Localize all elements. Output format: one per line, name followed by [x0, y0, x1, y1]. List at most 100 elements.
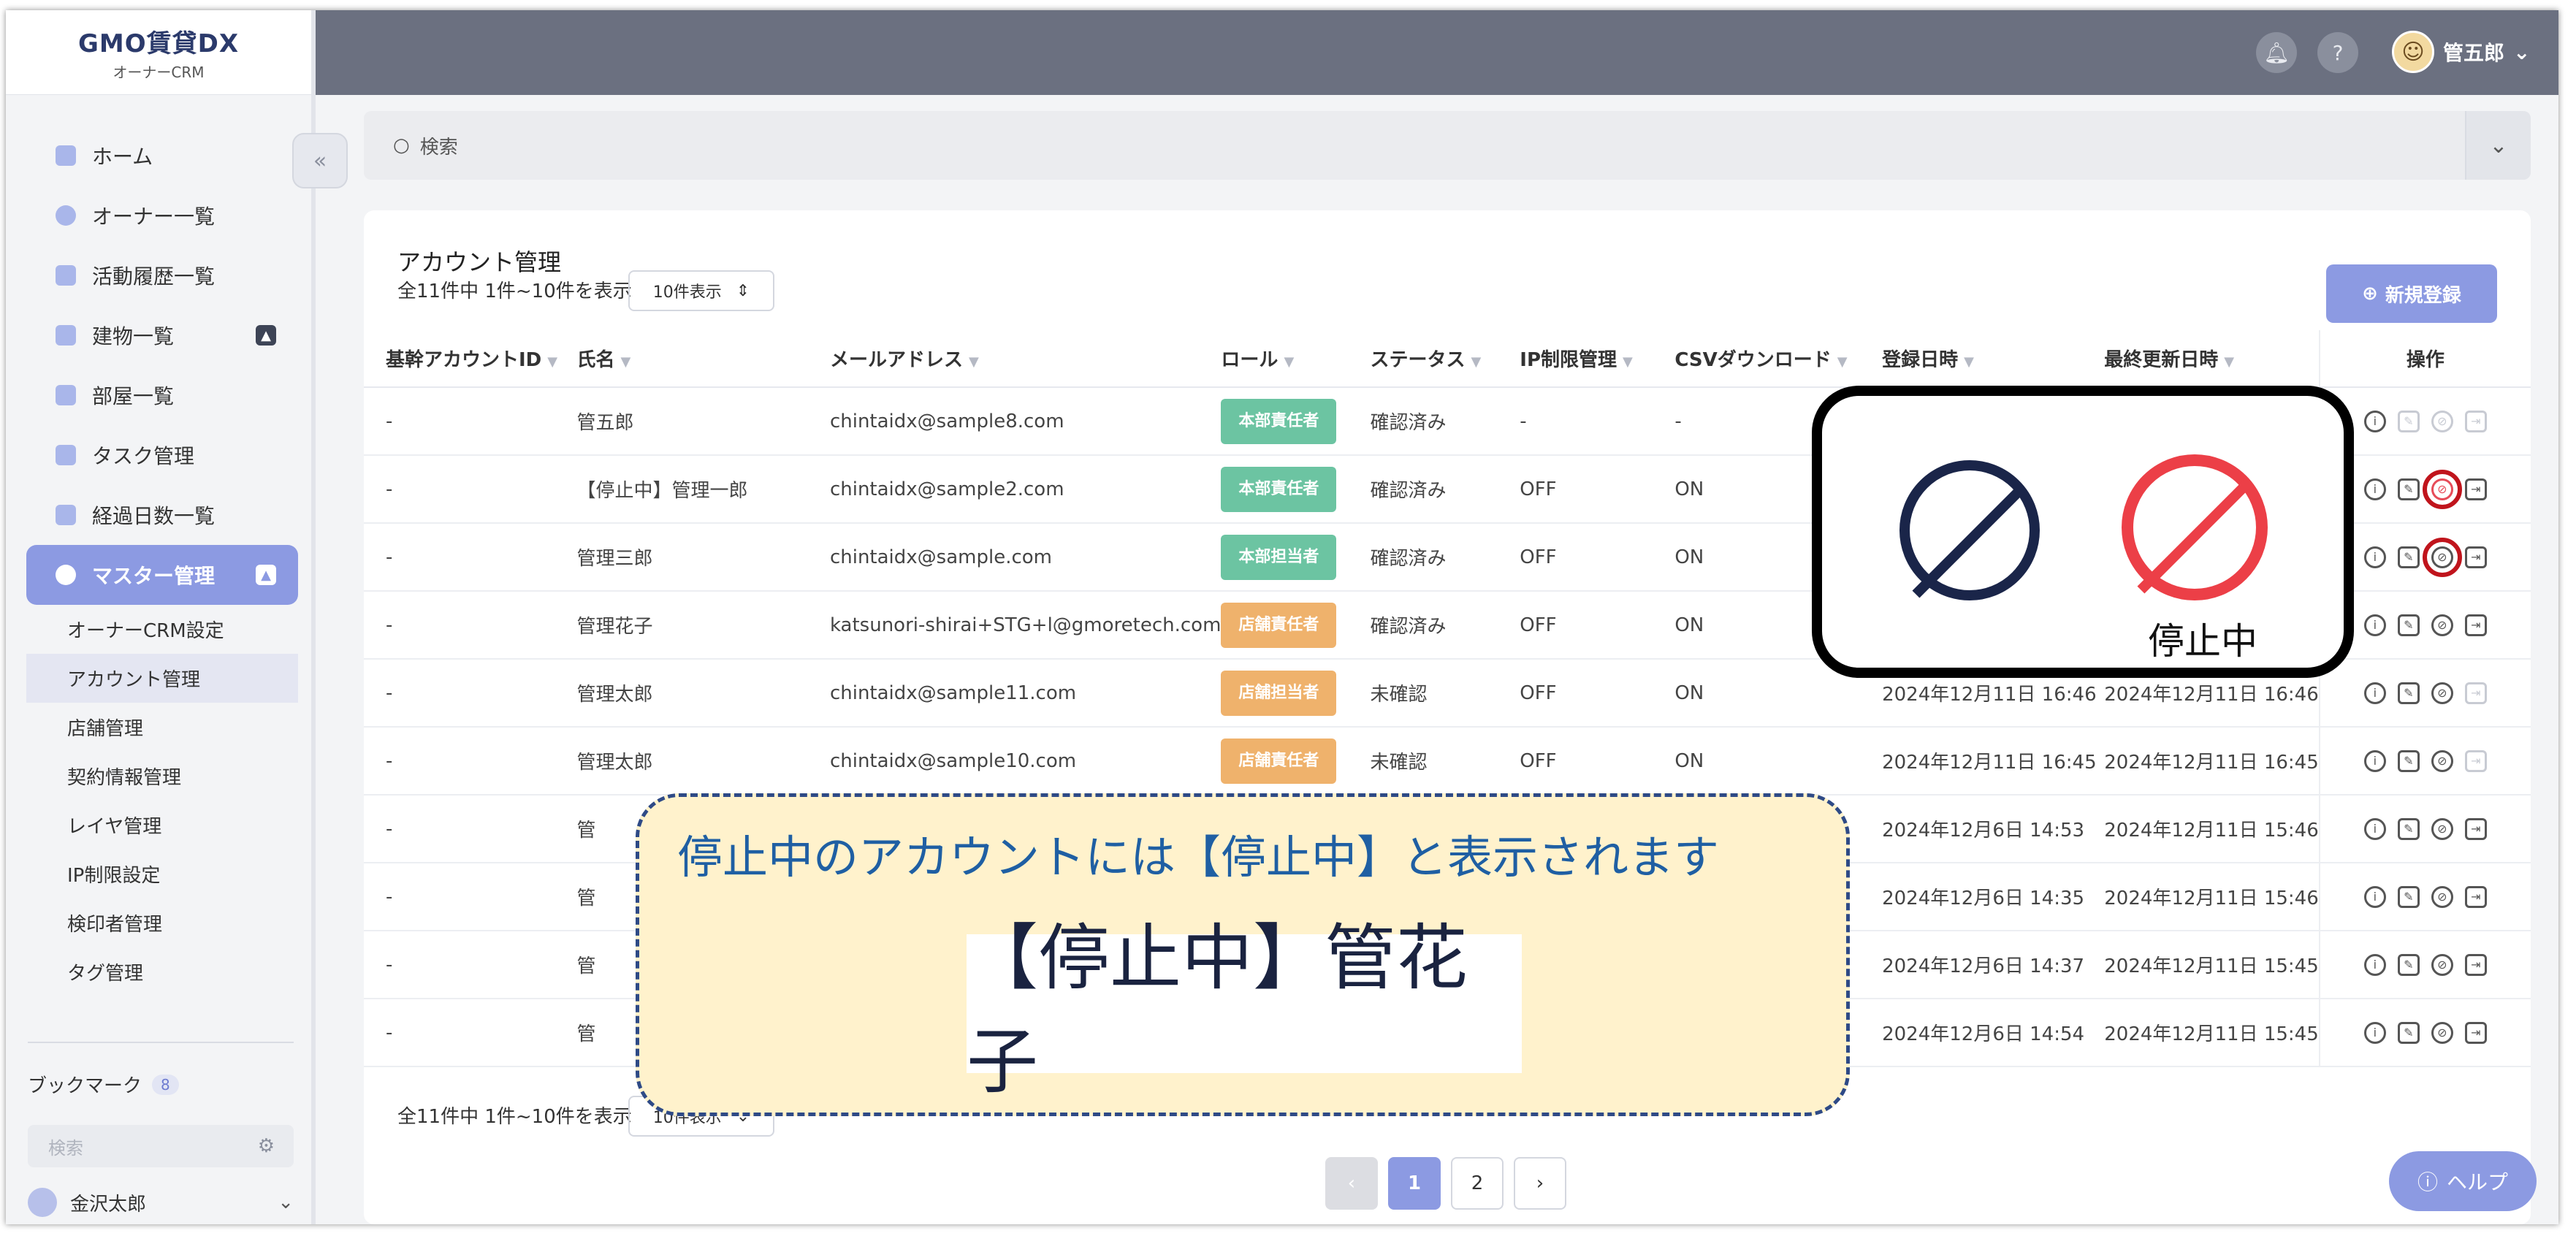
help-circle-icon[interactable]: ? — [2317, 32, 2358, 73]
stop-icon-suspended — [2122, 454, 2268, 600]
next-page-button[interactable]: › — [1514, 1157, 1566, 1210]
sidebar-user[interactable]: 金沢太郎 ⌄ — [28, 1188, 294, 1217]
new-register-button[interactable]: ⊕ 新規登録 — [2326, 264, 2497, 323]
edit-icon[interactable]: ✎ — [2397, 817, 2420, 840]
bell-icon[interactable]: 🔔︎ — [2256, 32, 2297, 73]
info-icon[interactable]: i — [2363, 478, 2386, 500]
search-input[interactable]: ○ 検索 ⌄ — [364, 111, 2531, 180]
page-button[interactable]: 2 — [1451, 1157, 1504, 1210]
sidebar-item-activity[interactable]: 活動履歴一覧 — [26, 245, 298, 305]
role-badge: 店舗担当者 — [1221, 670, 1337, 716]
login-icon[interactable]: ⇥ — [2464, 614, 2487, 636]
sidebar-item-tasks[interactable]: タスク管理 — [26, 425, 298, 485]
info-icon[interactable]: i — [2363, 885, 2386, 908]
edit-icon[interactable]: ✎ — [2397, 749, 2420, 772]
per-page-select[interactable]: 10件表示 ⇕ — [628, 270, 774, 311]
column-header[interactable]: 基幹アカウントID ▼ — [364, 330, 577, 388]
login-icon[interactable]: ⇥ — [2464, 749, 2487, 772]
edit-icon[interactable]: ✎ — [2397, 1021, 2420, 1044]
bookmark-search-input[interactable]: 検索 ⚙ — [28, 1125, 294, 1167]
chevron-down-icon[interactable]: ⌄ — [2465, 111, 2531, 180]
cell-updated: 2024年12月11日 16:45 — [2104, 727, 2320, 795]
stop-icon[interactable]: ⊘ — [2431, 682, 2453, 704]
column-header[interactable]: メールアドレス ▼ — [829, 330, 1222, 388]
help-button[interactable]: ⓘ ヘルプ — [2389, 1151, 2537, 1211]
sidebar-subitem-account[interactable]: アカウント管理 — [26, 654, 298, 703]
edit-icon[interactable]: ✎ — [2397, 546, 2420, 568]
info-icon[interactable]: i — [2363, 817, 2386, 840]
login-icon[interactable]: ⇥ — [2464, 410, 2487, 432]
column-header[interactable]: ロール ▼ — [1221, 330, 1371, 388]
sidebar-subitem-tag[interactable]: タグ管理 — [26, 947, 298, 996]
sidebar-item-elapsed[interactable]: 経過日数一覧 — [26, 485, 298, 545]
edit-icon[interactable]: ✎ — [2397, 682, 2420, 704]
stop-icon[interactable]: ⊘ — [2422, 537, 2462, 577]
chevron-up-icon[interactable]: ▲ — [256, 565, 276, 585]
edit-icon[interactable]: ✎ — [2397, 614, 2420, 636]
sidebar-item-owners[interactable]: オーナー一覧 — [26, 186, 298, 245]
logo[interactable]: GMO賃貸DX オーナーCRM — [6, 10, 311, 95]
info-icon[interactable]: i — [2363, 749, 2386, 772]
stop-icon[interactable]: ⊘ — [2431, 410, 2453, 432]
sidebar-item-buildings[interactable]: 建物一覧 ▲ — [26, 305, 298, 365]
cell-created: 2024年12月6日 14:37 — [1882, 931, 2105, 999]
new-register-label: 新規登録 — [2385, 284, 2461, 307]
login-icon[interactable]: ⇥ — [2464, 885, 2487, 908]
stop-icon[interactable]: ⊘ — [2431, 1021, 2453, 1044]
logo-main: GMO賃貸DX — [77, 28, 240, 58]
info-icon[interactable]: i — [2363, 410, 2386, 432]
login-icon[interactable]: ⇥ — [2464, 546, 2487, 568]
column-header[interactable]: 氏名 ▼ — [576, 330, 830, 388]
column-header[interactable]: ステータス ▼ — [1370, 330, 1520, 388]
check-icon — [56, 505, 76, 525]
sidebar-item-home[interactable]: ホーム — [26, 126, 298, 186]
login-icon[interactable]: ⇥ — [2464, 478, 2487, 500]
chevron-up-icon[interactable]: ▲ — [256, 325, 276, 346]
sidebar-subitem-owner-crm[interactable]: オーナーCRM設定 — [26, 605, 298, 654]
edit-icon[interactable]: ✎ — [2397, 478, 2420, 500]
cell-name: 【停止中】管理一郎 — [576, 455, 830, 524]
avatar: ☺ — [2392, 31, 2434, 73]
info-icon[interactable]: i — [2363, 953, 2386, 976]
column-header[interactable]: IP制限管理 ▼ — [1520, 330, 1675, 388]
sidebar-item-label: マスター管理 — [92, 564, 216, 588]
sidebar-subitem-store[interactable]: 店舗管理 — [26, 703, 298, 752]
sidebar-subitem-ip[interactable]: IP制限設定 — [26, 850, 298, 898]
filter-icon[interactable]: ⚙ — [258, 1135, 275, 1157]
column-header[interactable]: 登録日時 ▼ — [1882, 330, 2105, 388]
sidebar-subitem-layer[interactable]: レイヤ管理 — [26, 801, 298, 850]
collapse-sidebar-button[interactable]: « — [292, 133, 348, 188]
sidebar-subitem-inspector[interactable]: 検印者管理 — [26, 898, 298, 947]
stop-icon[interactable]: ⊘ — [2431, 817, 2453, 840]
login-icon[interactable]: ⇥ — [2464, 953, 2487, 976]
stop-icon[interactable]: ⊘ — [2431, 885, 2453, 908]
prev-page-button[interactable]: ‹ — [1325, 1157, 1378, 1210]
stop-icon[interactable]: ⊘ — [2422, 469, 2462, 509]
table-row: - 管理太郎 chintaidx@sample10.com 店舗責任者 未確認 OFF ON… — [364, 727, 2531, 795]
edit-icon[interactable]: ✎ — [2397, 885, 2420, 908]
sidebar-item-master[interactable]: マスター管理 ▲ — [26, 545, 298, 605]
info-icon[interactable]: i — [2363, 614, 2386, 636]
login-icon[interactable]: ⇥ — [2464, 1021, 2487, 1044]
login-icon[interactable]: ⇥ — [2464, 817, 2487, 840]
stop-icon[interactable]: ⊘ — [2431, 749, 2453, 772]
stop-icon[interactable]: ⊘ — [2431, 953, 2453, 976]
cell-email: chintaidx@sample8.com — [829, 387, 1222, 456]
edit-icon[interactable]: ✎ — [2397, 410, 2420, 432]
column-header[interactable]: 最終更新日時 ▼ — [2104, 330, 2320, 388]
cell-status: 未確認 — [1370, 727, 1520, 795]
info-icon[interactable]: i — [2363, 1021, 2386, 1044]
sidebar-subitem-contract[interactable]: 契約情報管理 — [26, 752, 298, 801]
stop-icon[interactable]: ⊘ — [2431, 614, 2453, 636]
page-button[interactable]: 1 — [1388, 1157, 1441, 1210]
plus-circle-icon: ⊕ — [2362, 283, 2378, 305]
cell-role: 本部担当者 — [1221, 523, 1371, 592]
login-icon[interactable]: ⇥ — [2464, 682, 2487, 704]
user-menu[interactable]: ☺ 管五郎 ⌄ — [2392, 26, 2530, 77]
column-header[interactable]: CSVダウンロード ▼ — [1674, 330, 1883, 388]
role-badge: 店舗責任者 — [1221, 602, 1337, 648]
info-icon[interactable]: i — [2363, 546, 2386, 568]
edit-icon[interactable]: ✎ — [2397, 953, 2420, 976]
sidebar-item-rooms[interactable]: 部屋一覧 — [26, 365, 298, 425]
info-icon[interactable]: i — [2363, 682, 2386, 704]
